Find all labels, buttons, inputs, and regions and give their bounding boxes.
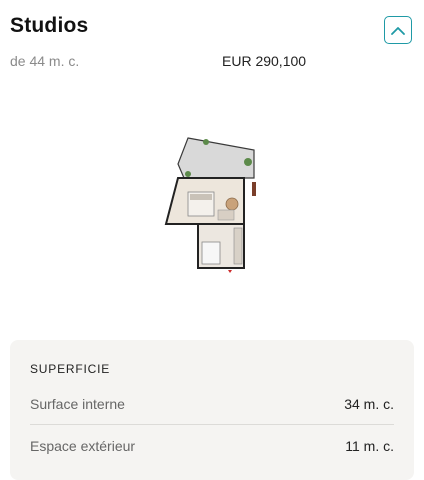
surface-label: Espace extérieur (30, 438, 136, 454)
superficie-heading: SUPERFICIE (30, 362, 111, 376)
superficie-panel: SUPERFICIE Surface interne 34 m. c. Espa… (10, 340, 414, 480)
collapse-button[interactable] (384, 16, 412, 44)
unit-title: Studios (10, 14, 89, 37)
size-from-text: de 44 m. c. (10, 53, 80, 69)
surface-value: 11 m. c. (345, 438, 394, 454)
surface-label: Surface interne (30, 396, 125, 412)
surface-row-exterior: Espace extérieur 11 m. c. (30, 426, 394, 466)
surface-row-internal: Surface interne 34 m. c. (30, 384, 394, 425)
floor-plan-image[interactable] (162, 134, 262, 274)
surface-value: 34 m. c. (344, 396, 394, 412)
chevron-up-icon (391, 26, 405, 35)
price-text: EUR 290,100 (222, 53, 307, 69)
